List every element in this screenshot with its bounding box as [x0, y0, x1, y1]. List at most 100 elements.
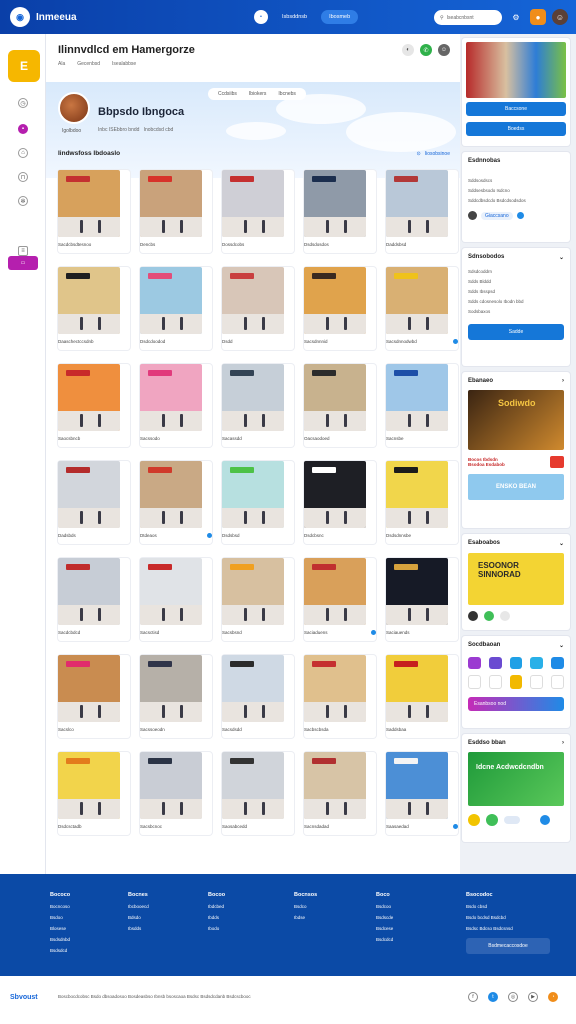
store-card[interactable]: Sacssodo: [140, 364, 212, 447]
store-card[interactable]: Sacassdd: [222, 364, 294, 447]
rss-icon[interactable]: ◔: [548, 992, 558, 1002]
ad-banner[interactable]: Idcne Acdwcdcndbn: [468, 752, 564, 806]
store-thumbnail[interactable]: [222, 558, 284, 625]
store-card[interactable]: Saocsbncb: [58, 364, 130, 447]
store-thumbnail[interactable]: [386, 267, 448, 334]
store-card[interactable]: Dsdcsctadb: [58, 752, 130, 835]
footer-link[interactable]: Bsdsdcd: [50, 945, 70, 956]
store-card[interactable]: Saddsbaa: [386, 655, 458, 738]
store-thumbnail[interactable]: [304, 752, 366, 819]
chevron-down-icon-3[interactable]: ⌄: [559, 642, 564, 649]
social-icon-3[interactable]: [509, 657, 523, 669]
info-dot-icon[interactable]: [453, 824, 458, 829]
footer-link[interactable]: Bsdcoo: [376, 901, 393, 912]
profile-icon[interactable]: ☺: [438, 44, 450, 56]
whatsapp-icon[interactable]: ✆: [420, 44, 432, 56]
info-dot-icon[interactable]: [207, 533, 212, 538]
store-thumbnail[interactable]: [304, 170, 366, 237]
footer-link[interactable]: Bsdco: [294, 901, 317, 912]
share-icon[interactable]: ◐: [402, 44, 414, 56]
social-bar[interactable]: Esanbsoo nod: [468, 697, 564, 711]
store-thumbnail[interactable]: [386, 461, 448, 528]
store-card[interactable]: Saciaduens: [304, 558, 376, 641]
social-icon-10[interactable]: [551, 675, 565, 689]
store-card[interactable]: Sacsctisd: [140, 558, 212, 641]
store-thumbnail[interactable]: [222, 267, 284, 334]
store-thumbnail[interactable]: [58, 364, 120, 431]
bottom-logo[interactable]: Sbvoust: [10, 994, 38, 1001]
store-card[interactable]: Daaschectccsdnb: [58, 267, 130, 350]
social-icon-7[interactable]: [488, 675, 502, 689]
store-card[interactable]: Sacdcbdcd: [58, 558, 130, 641]
top-nav-link-2[interactable]: Ibosmeb: [321, 10, 359, 24]
store-card[interactable]: Sacsdsdd: [222, 655, 294, 738]
store-thumbnail[interactable]: [140, 267, 202, 334]
footer-link[interactable]: Ibsdds: [128, 923, 149, 934]
store-thumbnail[interactable]: [386, 170, 448, 237]
store-card[interactable]: Oacsaodoed: [304, 364, 376, 447]
chevron-down-icon[interactable]: ⌄: [559, 254, 564, 261]
footer-link[interactable]: Ibdcbed: [208, 901, 225, 912]
rail-item-active[interactable]: ▭: [8, 256, 38, 270]
footer-link[interactable]: Bsdsdnbd: [50, 934, 70, 945]
subnav-item-2[interactable]: Gecenbsd: [77, 61, 100, 67]
store-thumbnail[interactable]: [222, 461, 284, 528]
store-card[interactable]: Dsdsdnnsbe: [386, 461, 458, 544]
footer-link[interactable]: Ibodo: [208, 923, 225, 934]
rail-logo[interactable]: E: [8, 50, 40, 82]
store-thumbnail[interactable]: [222, 752, 284, 819]
store-thumbnail[interactable]: [58, 655, 120, 722]
store-card[interactable]: Dadsbds: [58, 461, 130, 544]
store-thumbnail[interactable]: [140, 655, 202, 722]
deal-icon-3[interactable]: [500, 611, 510, 621]
store-card[interactable]: Dtdeaos: [140, 461, 212, 544]
rail-item-shop[interactable]: ▪: [8, 124, 38, 134]
featured-image[interactable]: Sodiwdo: [468, 390, 564, 450]
store-thumbnail[interactable]: [222, 364, 284, 431]
store-thumbnail[interactable]: [140, 461, 202, 528]
store-thumbnail[interactable]: [140, 752, 202, 819]
footer-link[interactable]: Bsdo bcdsd Bsdcbd: [466, 912, 513, 923]
social-icon-1[interactable]: [468, 657, 481, 669]
store-card[interactable]: Dsdsdosdos: [304, 170, 376, 253]
store-card[interactable]: Sacslco: [58, 655, 130, 738]
store-thumbnail[interactable]: [58, 558, 120, 625]
store-thumbnail[interactable]: [222, 655, 284, 722]
footer-link[interactable]: Blosese: [50, 923, 70, 934]
rail-item-settings[interactable]: ✻: [8, 196, 38, 206]
footer-link[interactable]: Bsdcdcd: [376, 934, 393, 945]
social-icon-5[interactable]: [551, 657, 564, 669]
store-card[interactable]: Dencbs: [140, 170, 212, 253]
store-card[interactable]: Dsdcdoodod: [140, 267, 212, 350]
facebook-icon[interactable]: f: [468, 992, 478, 1002]
social-icon-2[interactable]: [488, 657, 502, 669]
footer-link[interactable]: Bsdcese: [376, 923, 393, 934]
store-thumbnail[interactable]: [140, 558, 202, 625]
top-nav-link-1[interactable]: Isbsddnsb: [274, 10, 315, 24]
store-thumbnail[interactable]: [304, 558, 366, 625]
social-icon-6[interactable]: [468, 675, 481, 689]
footer-link[interactable]: Bsdo cbsd: [466, 901, 513, 912]
store-card[interactable]: Sacdcbsdtesnoo: [58, 170, 130, 253]
ad-icon-1[interactable]: [468, 814, 480, 826]
search-input[interactable]: ⚲ Iseabcnbsnt: [434, 10, 502, 25]
chevron-down-icon-2[interactable]: ⌄: [559, 540, 564, 547]
store-thumbnail[interactable]: [386, 655, 448, 722]
store-thumbnail[interactable]: [140, 364, 202, 431]
youtube-icon[interactable]: ▶: [528, 992, 538, 1002]
footer-link[interactable]: Ibdds: [208, 912, 225, 923]
info-dot-icon[interactable]: [371, 630, 376, 635]
info-chip[interactable]: Giaccsano: [481, 211, 513, 220]
subnav-item-1[interactable]: Ala: [58, 61, 65, 67]
footer-link[interactable]: Ibcbooecd: [128, 901, 149, 912]
rail-item-list[interactable]: ≡: [8, 246, 38, 256]
store-card[interactable]: Dsdd: [222, 267, 294, 350]
rail-item-clock[interactable]: ◷: [8, 98, 38, 108]
store-card[interactable]: Saosabcedd: [222, 752, 294, 835]
filter-apply-button[interactable]: Sadde: [468, 324, 564, 340]
store-card[interactable]: Sacssoeodn: [140, 655, 212, 738]
ad-icon-2[interactable]: [486, 814, 498, 826]
store-card[interactable]: Sacsdnnodwbd: [386, 267, 458, 350]
chevron-right-icon-2[interactable]: ›: [562, 740, 564, 746]
twitter-icon[interactable]: t: [488, 992, 498, 1002]
